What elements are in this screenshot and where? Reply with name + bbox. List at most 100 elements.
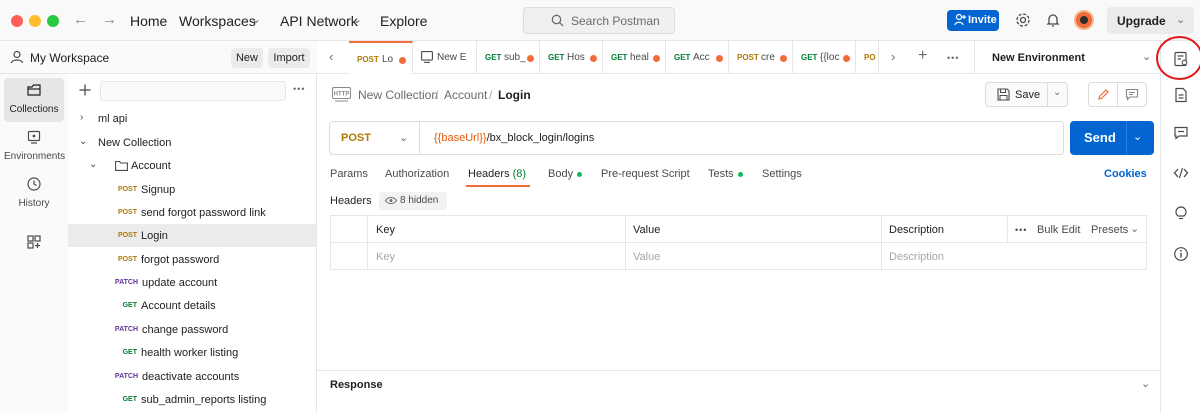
tab-method: GET: [674, 53, 691, 62]
tree-label: sub_admin_reports listing: [141, 394, 267, 406]
window-zoom-button[interactable]: [47, 15, 59, 27]
chevron-down-icon: ⌄: [1142, 51, 1152, 63]
tabs-scroll-right-icon[interactable]: ›: [891, 49, 895, 64]
notifications-bell-icon[interactable]: [1045, 12, 1061, 28]
table-more-icon[interactable]: •••: [1015, 225, 1027, 235]
edit-mode-button[interactable]: [1089, 83, 1118, 106]
hidden-headers-toggle[interactable]: 8 hidden: [379, 192, 447, 210]
new-button[interactable]: New: [231, 48, 263, 68]
code-snippet-icon[interactable]: [1173, 165, 1189, 181]
chevron-down-icon[interactable]: ⌄: [1141, 377, 1150, 390]
tree-request-account-details[interactable]: GET Account details: [68, 294, 316, 317]
save-button[interactable]: Save ⌄: [985, 82, 1068, 107]
new-tab-plus-icon[interactable]: +: [918, 47, 927, 65]
tree-collection-new-collection[interactable]: ⌄ New Collection: [68, 131, 316, 154]
environment-icon: [421, 51, 433, 63]
send-button[interactable]: Send ⌄: [1070, 121, 1154, 155]
invite-button[interactable]: Invite: [947, 10, 999, 31]
tab-settings[interactable]: Settings: [762, 168, 802, 180]
unsaved-dot: [399, 57, 406, 64]
tab-headers[interactable]: Headers (8): [468, 168, 526, 180]
tree-collection-ml-api[interactable]: › ml api: [68, 107, 316, 130]
rail-item-add-modules[interactable]: [4, 230, 64, 274]
bulk-edit-button[interactable]: Bulk Edit: [1037, 224, 1080, 236]
tree-request-health-worker-listing[interactable]: GET health worker listing: [68, 341, 316, 364]
import-button[interactable]: Import: [268, 48, 310, 68]
request-title[interactable]: Login: [498, 88, 531, 102]
save-label: Save: [1015, 89, 1041, 101]
tree-request-deactivate-accounts[interactable]: PATCH deactivate accounts: [68, 365, 316, 388]
tab-authorization[interactable]: Authorization: [385, 168, 449, 180]
cookies-link[interactable]: Cookies: [1104, 168, 1147, 180]
tab-post-login[interactable]: POST Lo: [349, 41, 413, 74]
unsaved-dot: [843, 55, 850, 62]
tab-get-heal[interactable]: GET heal: [603, 41, 666, 74]
tab-name: Lo: [382, 54, 394, 65]
add-person-icon: [954, 13, 966, 26]
tree-request-send-forgot-password-link[interactable]: POST send forgot password link: [68, 201, 316, 224]
tree-request-signup[interactable]: POST Signup: [68, 178, 316, 201]
tab-tests[interactable]: Tests: [708, 168, 743, 180]
method-select[interactable]: POST ⌄: [330, 122, 420, 154]
tab-body[interactable]: Body: [548, 168, 583, 180]
lightbulb-icon[interactable]: [1173, 205, 1189, 221]
more-options-icon[interactable]: •••: [293, 84, 305, 94]
comments-icon[interactable]: [1173, 125, 1189, 141]
tree-label: Login: [141, 230, 168, 242]
comment-mode-icon[interactable]: [1125, 88, 1139, 101]
tab-post-truncated[interactable]: PO: [856, 41, 879, 74]
settings-gear-icon[interactable]: [1015, 12, 1031, 28]
tab-params[interactable]: Params: [330, 168, 368, 180]
tab-pre-request-script[interactable]: Pre-request Script: [601, 168, 690, 180]
chevron-down-icon[interactable]: ⌄: [1053, 87, 1061, 98]
tree-request-forgot-password[interactable]: POST forgot password: [68, 248, 316, 271]
value-input[interactable]: Value: [633, 251, 660, 263]
filter-input[interactable]: [100, 81, 286, 101]
tab-post-cre[interactable]: POST cre: [729, 41, 793, 74]
rail-item-collections[interactable]: Collections: [4, 78, 64, 122]
workspace-title[interactable]: My Workspace: [30, 51, 109, 65]
tab-name: {{loc: [820, 52, 840, 63]
search-box[interactable]: Search Postman: [523, 7, 675, 34]
tabs-more-icon[interactable]: •••: [947, 53, 959, 63]
invite-label: Invite: [968, 14, 997, 26]
tab-get-hos[interactable]: GET Hos: [540, 41, 603, 74]
breadcrumb-folder[interactable]: Account: [444, 88, 487, 102]
explore-link[interactable]: Explore: [380, 13, 427, 29]
tree-folder-account[interactable]: ⌄ Account: [68, 154, 316, 177]
tab-method: POST: [357, 55, 379, 64]
tree-request-sub-admin-reports-listing[interactable]: GET sub_admin_reports listing: [68, 388, 316, 411]
breadcrumb-collection[interactable]: New Collection: [358, 88, 438, 102]
key-input[interactable]: Key: [376, 251, 395, 263]
description-input[interactable]: Description: [889, 251, 944, 263]
tab-get-sub[interactable]: GET sub_: [477, 41, 540, 74]
tree-request-login[interactable]: POST Login: [68, 224, 316, 247]
rail-item-environments[interactable]: Environments: [4, 125, 65, 169]
eye-icon: [385, 197, 397, 204]
tab-method: POST: [737, 53, 759, 62]
forward-arrow-icon[interactable]: →: [102, 11, 117, 28]
tree-request-update-account[interactable]: PATCH update account: [68, 271, 316, 294]
rail-item-history[interactable]: History: [4, 172, 64, 216]
response-panel[interactable]: Response ⌄: [317, 370, 1160, 413]
tree-request-change-password[interactable]: PATCH change password: [68, 318, 316, 341]
documentation-icon[interactable]: [1173, 87, 1189, 103]
tab-get-acc[interactable]: GET Acc: [666, 41, 729, 74]
api-network-menu[interactable]: API Network: [280, 13, 358, 29]
presets-dropdown[interactable]: Presets: [1091, 224, 1128, 236]
info-icon[interactable]: [1173, 246, 1189, 262]
tab-get-loc[interactable]: GET {{loc: [793, 41, 856, 74]
url-input[interactable]: {{baseUrl}}/bx_block_login/logins: [434, 132, 594, 144]
chevron-down-icon[interactable]: ⌄: [1133, 130, 1142, 143]
home-link[interactable]: Home: [130, 13, 167, 29]
tab-new-environment[interactable]: New E: [413, 41, 477, 74]
upgrade-button[interactable]: Upgrade ⌄: [1107, 7, 1194, 34]
plus-icon[interactable]: [79, 84, 91, 96]
workspaces-menu[interactable]: Workspaces: [179, 13, 256, 29]
window-minimize-button[interactable]: [29, 15, 41, 27]
tabs-scroll-left-icon[interactable]: ‹: [329, 49, 333, 64]
user-avatar[interactable]: [1074, 10, 1094, 30]
window-close-button[interactable]: [11, 15, 23, 27]
back-arrow-icon[interactable]: ←: [73, 11, 88, 28]
environment-selector[interactable]: New Environment ⌄: [974, 41, 1160, 74]
